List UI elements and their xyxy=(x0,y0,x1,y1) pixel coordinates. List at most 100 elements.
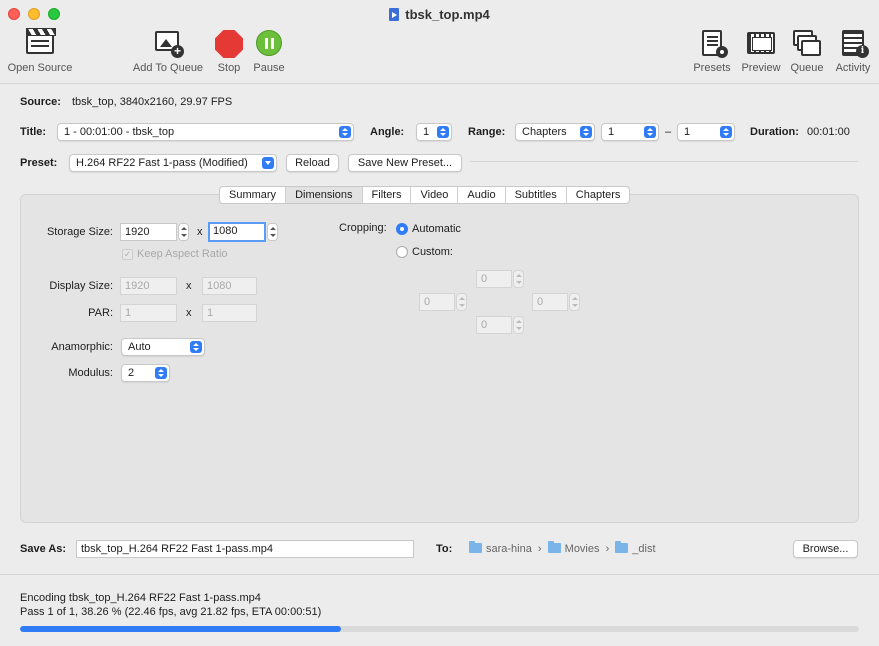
par-label: PAR: xyxy=(88,307,113,319)
tab-summary[interactable]: Summary xyxy=(220,187,287,203)
storage-times-label: x xyxy=(197,226,203,238)
range-end-select[interactable]: 1 xyxy=(677,123,735,141)
par-height-field[interactable]: 1 xyxy=(202,304,257,322)
stop-button[interactable]: Stop xyxy=(213,28,245,74)
open-source-label: Open Source xyxy=(7,62,73,74)
presets-button[interactable]: Presets xyxy=(692,28,732,74)
crop-automatic-radio[interactable] xyxy=(396,223,408,235)
range-start-select[interactable]: 1 xyxy=(601,123,659,141)
path-segment: _dist xyxy=(632,543,656,555)
stop-icon xyxy=(213,28,245,58)
angle-select[interactable]: 1 xyxy=(416,123,452,141)
status-line-1: Encoding tbsk_top_H.264 RF22 Fast 1-pass… xyxy=(20,592,261,604)
modulus-label: Modulus: xyxy=(68,367,113,379)
window-title-text: tbsk_top.mp4 xyxy=(405,7,490,22)
tab-dimensions[interactable]: Dimensions xyxy=(286,187,363,203)
storage-height-stepper[interactable] xyxy=(267,223,278,241)
queue-button[interactable]: Queue xyxy=(789,28,825,74)
storage-height-field[interactable]: 1080 xyxy=(208,222,266,242)
updown-arrows-icon xyxy=(437,126,449,138)
stop-label: Stop xyxy=(217,62,241,74)
range-label: Range: xyxy=(468,126,506,138)
tab-video[interactable]: Video xyxy=(411,187,459,203)
film-preview-icon xyxy=(745,28,777,58)
preset-select[interactable]: H.264 RF22 Fast 1-pass (Modified) xyxy=(69,154,277,172)
title-select[interactable]: 1 - 00:01:00 - tbsk_top xyxy=(57,123,354,141)
preview-button[interactable]: Preview xyxy=(739,28,783,74)
display-width-field[interactable]: 1920 xyxy=(120,277,177,295)
destination-label: To: xyxy=(436,543,453,555)
crop-bottom-stepper[interactable] xyxy=(513,316,524,334)
source-value: tbsk_top, 3840x2160, 29.97 FPS xyxy=(72,96,233,108)
duration-value: 00:01:00 xyxy=(807,126,850,138)
preset-separator xyxy=(470,161,858,162)
pause-button[interactable]: Pause xyxy=(252,28,286,74)
save-as-field[interactable]: tbsk_top_H.264 RF22 Fast 1-pass.mp4 xyxy=(76,540,414,558)
preset-label: Preset: xyxy=(20,157,58,169)
preview-label: Preview xyxy=(741,62,781,74)
queue-stack-icon xyxy=(791,28,823,58)
tab-audio[interactable]: Audio xyxy=(458,187,506,203)
tab-filters[interactable]: Filters xyxy=(363,187,412,203)
anamorphic-label: Anamorphic: xyxy=(51,341,113,353)
preset-select-value: H.264 RF22 Fast 1-pass (Modified) xyxy=(76,157,248,169)
pause-label: Pause xyxy=(253,62,285,74)
add-to-queue-label: Add To Queue xyxy=(132,62,204,74)
path-separator: › xyxy=(605,543,610,555)
destination-path[interactable]: sara-hina › Movies › _dist xyxy=(469,541,656,555)
modulus-value: 2 xyxy=(128,367,135,379)
activity-log-icon: i xyxy=(837,28,869,58)
crop-automatic-label: Automatic xyxy=(412,223,461,235)
crop-right-stepper[interactable] xyxy=(569,293,580,311)
duration-label: Duration: xyxy=(750,126,799,138)
range-start-value: 1 xyxy=(608,126,615,138)
tab-subtitles[interactable]: Subtitles xyxy=(506,187,567,203)
display-height-field[interactable]: 1080 xyxy=(202,277,257,295)
updown-arrows-icon xyxy=(580,126,592,138)
updown-arrows-icon xyxy=(339,126,351,138)
storage-size-label: Storage Size: xyxy=(46,226,113,238)
crop-custom-label: Custom: xyxy=(412,246,453,258)
folder-icon xyxy=(615,541,629,553)
keep-aspect-checkbox[interactable]: ✓ xyxy=(122,249,133,260)
add-photo-icon: + xyxy=(152,28,184,58)
cropping-label: Cropping: xyxy=(339,222,387,234)
save-new-preset-button[interactable]: Save New Preset... xyxy=(348,154,462,172)
storage-width-field[interactable]: 1920 xyxy=(120,223,177,241)
chevron-down-icon xyxy=(262,157,274,169)
activity-button[interactable]: i Activity xyxy=(832,28,874,74)
anamorphic-select[interactable]: Auto xyxy=(121,338,205,356)
crop-bottom-field[interactable]: 0 xyxy=(476,316,512,334)
par-width-field[interactable]: 1 xyxy=(120,304,177,322)
updown-arrows-icon xyxy=(644,126,656,138)
pause-icon xyxy=(253,28,285,58)
save-as-label: Save As: xyxy=(20,543,67,555)
storage-width-stepper[interactable] xyxy=(178,223,189,241)
browse-button[interactable]: Browse... xyxy=(793,540,858,558)
presets-label: Presets xyxy=(693,62,731,74)
crop-left-field[interactable]: 0 xyxy=(419,293,455,311)
crop-top-field[interactable]: 0 xyxy=(476,270,512,288)
activity-label: Activity xyxy=(835,62,871,74)
reload-button[interactable]: Reload xyxy=(286,154,339,172)
tab-chapters[interactable]: Chapters xyxy=(567,187,630,203)
crop-left-stepper[interactable] xyxy=(456,293,467,311)
title-select-value: 1 - 00:01:00 - tbsk_top xyxy=(64,126,175,138)
open-source-button[interactable]: Open Source xyxy=(6,28,74,74)
add-to-queue-button[interactable]: + Add To Queue xyxy=(131,28,205,74)
path-segment: Movies xyxy=(564,543,600,555)
toolbar-divider xyxy=(0,83,879,84)
crop-top-stepper[interactable] xyxy=(513,270,524,288)
angle-label: Angle: xyxy=(370,126,405,138)
crop-custom-radio[interactable] xyxy=(396,246,408,258)
modulus-select[interactable]: 2 xyxy=(121,364,170,382)
par-times-label: x xyxy=(186,307,192,319)
path-separator: › xyxy=(537,543,542,555)
queue-label: Queue xyxy=(790,62,824,74)
display-times-label: x xyxy=(186,280,192,292)
crop-right-field[interactable]: 0 xyxy=(532,293,568,311)
source-label: Source: xyxy=(20,96,61,108)
range-type-select[interactable]: Chapters xyxy=(515,123,595,141)
folder-icon xyxy=(547,541,561,553)
video-document-icon xyxy=(389,8,400,21)
